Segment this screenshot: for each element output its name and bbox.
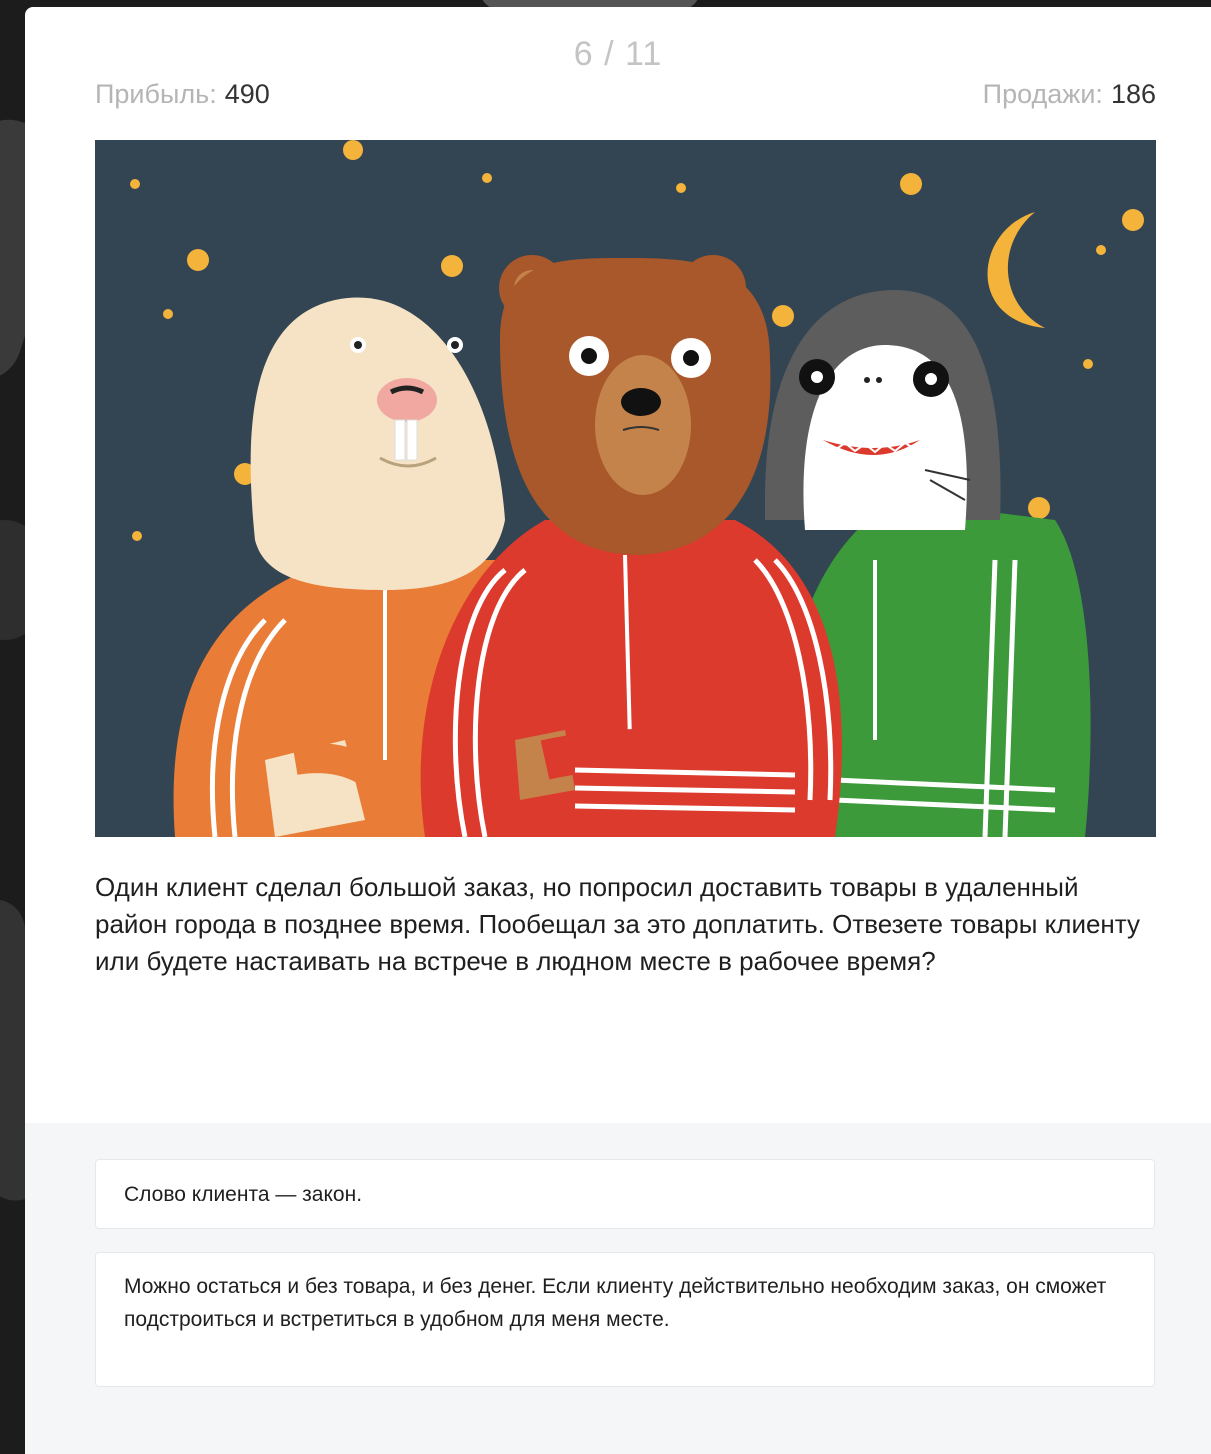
answer-option[interactable]: Слово клиента — закон. — [95, 1159, 1155, 1229]
answer-option-label: Слово клиента — закон. — [124, 1182, 363, 1206]
answer-option[interactable]: Можно остаться и без товара, и без денег… — [95, 1252, 1155, 1387]
animals-in-tracksuits-icon — [95, 140, 1156, 837]
progress-counter: 6 / 11 — [573, 35, 663, 73]
sales-stat: Продажи: 186 — [983, 79, 1156, 110]
answers-section: Слово клиента — закон. Можно остаться и … — [25, 1123, 1211, 1454]
quiz-card: 6 / 11 Прибыль: 490 Продажи: 186 Один кл… — [25, 7, 1211, 1454]
profit-label: Прибыль: — [95, 79, 217, 109]
answer-option-label: Можно остаться и без товара, и без денег… — [124, 1275, 1107, 1331]
profit-stat: Прибыль: 490 — [95, 79, 270, 110]
profit-value: 490 — [224, 79, 270, 109]
sales-value: 186 — [1110, 79, 1156, 109]
question-text: Один клиент сделал большой заказ, но поп… — [95, 872, 1140, 976]
sales-label: Продажи: — [982, 79, 1103, 109]
question-illustration — [95, 140, 1156, 837]
